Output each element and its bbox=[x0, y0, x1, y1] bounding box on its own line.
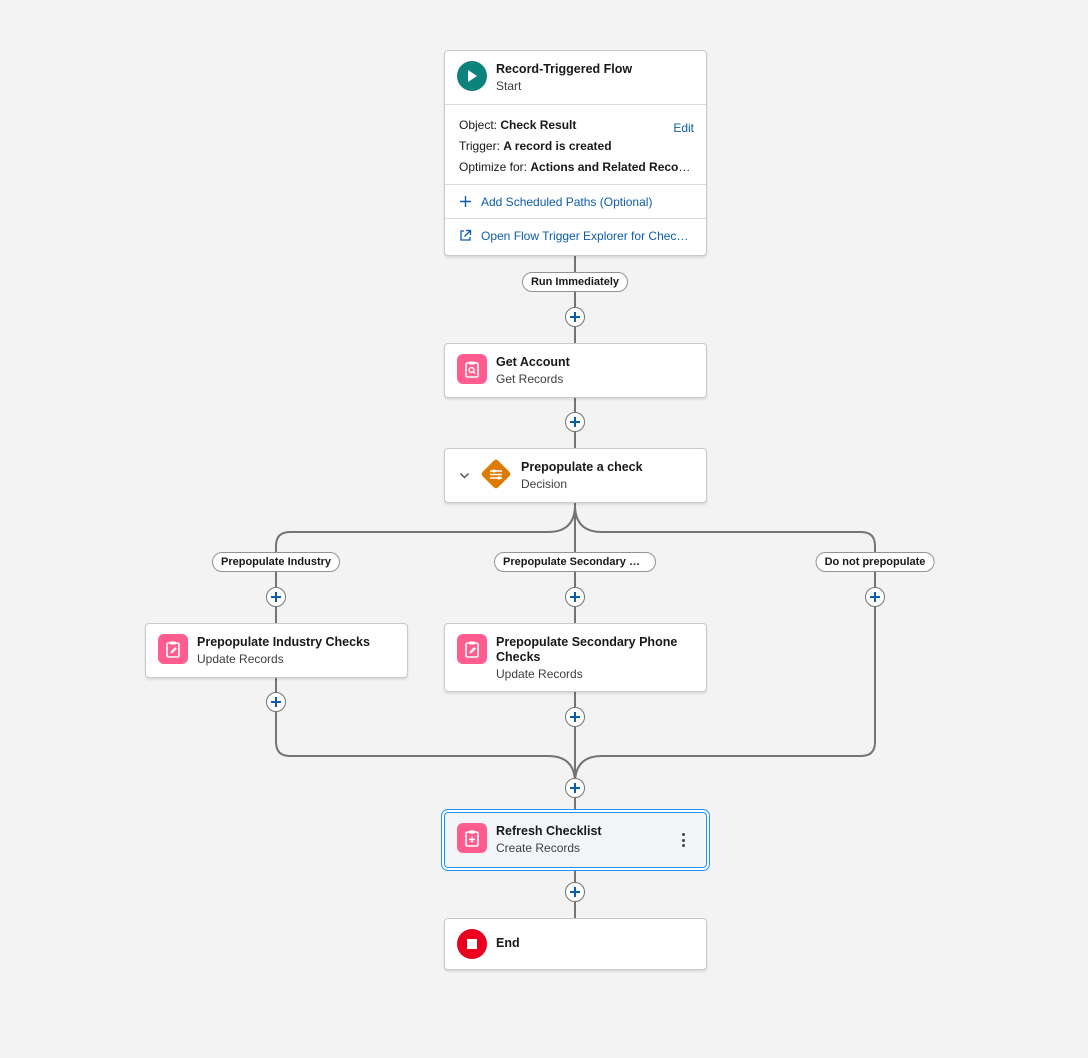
branch-label-secondary[interactable]: Prepopulate Secondary Phone bbox=[494, 552, 656, 572]
add-element-button[interactable] bbox=[266, 692, 286, 712]
get-records-icon bbox=[457, 354, 487, 384]
optimize-value: Actions and Related Records bbox=[530, 160, 694, 174]
get-account-title: Get Account bbox=[496, 355, 570, 369]
add-element-button[interactable] bbox=[565, 587, 585, 607]
trigger-value: A record is created bbox=[503, 139, 612, 153]
branch-label-industry[interactable]: Prepopulate Industry bbox=[211, 552, 341, 572]
get-account-subtitle: Get Records bbox=[496, 372, 564, 386]
add-element-button[interactable] bbox=[865, 587, 885, 607]
create-records-icon bbox=[457, 823, 487, 853]
add-element-button[interactable] bbox=[565, 882, 585, 902]
industry-checks-title: Prepopulate Industry Checks bbox=[197, 635, 370, 649]
get-account-node[interactable]: Get Account Get Records bbox=[444, 343, 707, 398]
stop-icon bbox=[457, 929, 487, 959]
decision-subtitle: Decision bbox=[521, 477, 568, 491]
add-icon bbox=[459, 195, 473, 208]
industry-checks-node[interactable]: Prepopulate Industry Checks Update Recor… bbox=[145, 623, 408, 678]
refresh-subtitle: Create Records bbox=[496, 841, 581, 855]
refresh-title: Refresh Checklist bbox=[496, 824, 602, 838]
chevron-down-icon[interactable] bbox=[459, 470, 470, 484]
add-scheduled-paths-link[interactable]: Add Scheduled Paths (Optional) bbox=[445, 184, 706, 218]
more-actions-icon[interactable] bbox=[682, 833, 686, 850]
update-records-icon bbox=[457, 634, 487, 664]
object-line: Object: Check Result bbox=[459, 118, 577, 132]
start-title: Record-Triggered Flow bbox=[496, 62, 633, 76]
add-element-button[interactable] bbox=[565, 707, 585, 727]
decision-title: Prepopulate a check bbox=[521, 460, 643, 474]
branch-label-none[interactable]: Do not prepopulate bbox=[815, 552, 935, 572]
open-trigger-explorer-link[interactable]: Open Flow Trigger Explorer for Check Res… bbox=[445, 218, 706, 252]
add-element-button[interactable] bbox=[565, 307, 585, 327]
decision-node[interactable]: Prepopulate a check Decision bbox=[444, 448, 707, 503]
optimize-line: Optimize for: Actions and Related Record… bbox=[459, 157, 694, 178]
decision-icon bbox=[479, 457, 513, 491]
play-icon bbox=[457, 61, 487, 91]
secondary-checks-node[interactable]: Prepopulate Secondary Phone Checks Updat… bbox=[444, 623, 707, 692]
industry-checks-subtitle: Update Records bbox=[197, 652, 284, 666]
secondary-checks-title: Prepopulate Secondary Phone Checks bbox=[496, 635, 678, 664]
start-node[interactable]: Record-Triggered Flow Start Edit Object:… bbox=[444, 50, 707, 256]
add-element-button[interactable] bbox=[266, 587, 286, 607]
end-node[interactable]: End bbox=[444, 918, 707, 970]
add-element-button[interactable] bbox=[565, 412, 585, 432]
flow-canvas[interactable]: Record-Triggered Flow Start Edit Object:… bbox=[0, 0, 1088, 1058]
update-records-icon bbox=[158, 634, 188, 664]
external-link-icon bbox=[459, 229, 473, 242]
add-element-button[interactable] bbox=[565, 778, 585, 798]
start-subtitle: Start bbox=[496, 79, 522, 93]
start-details: Object: Check Result Trigger: A record i… bbox=[445, 104, 706, 184]
connector-left-merge bbox=[275, 678, 576, 784]
object-value: Check Result bbox=[500, 118, 577, 132]
end-title: End bbox=[496, 936, 520, 950]
edit-link[interactable]: Edit bbox=[673, 121, 694, 135]
trigger-line: Trigger: A record is created bbox=[459, 139, 612, 153]
run-immediately-label: Run Immediately bbox=[521, 272, 629, 292]
refresh-checklist-node[interactable]: Refresh Checklist Create Records bbox=[444, 812, 707, 868]
secondary-checks-subtitle: Update Records bbox=[496, 667, 583, 681]
